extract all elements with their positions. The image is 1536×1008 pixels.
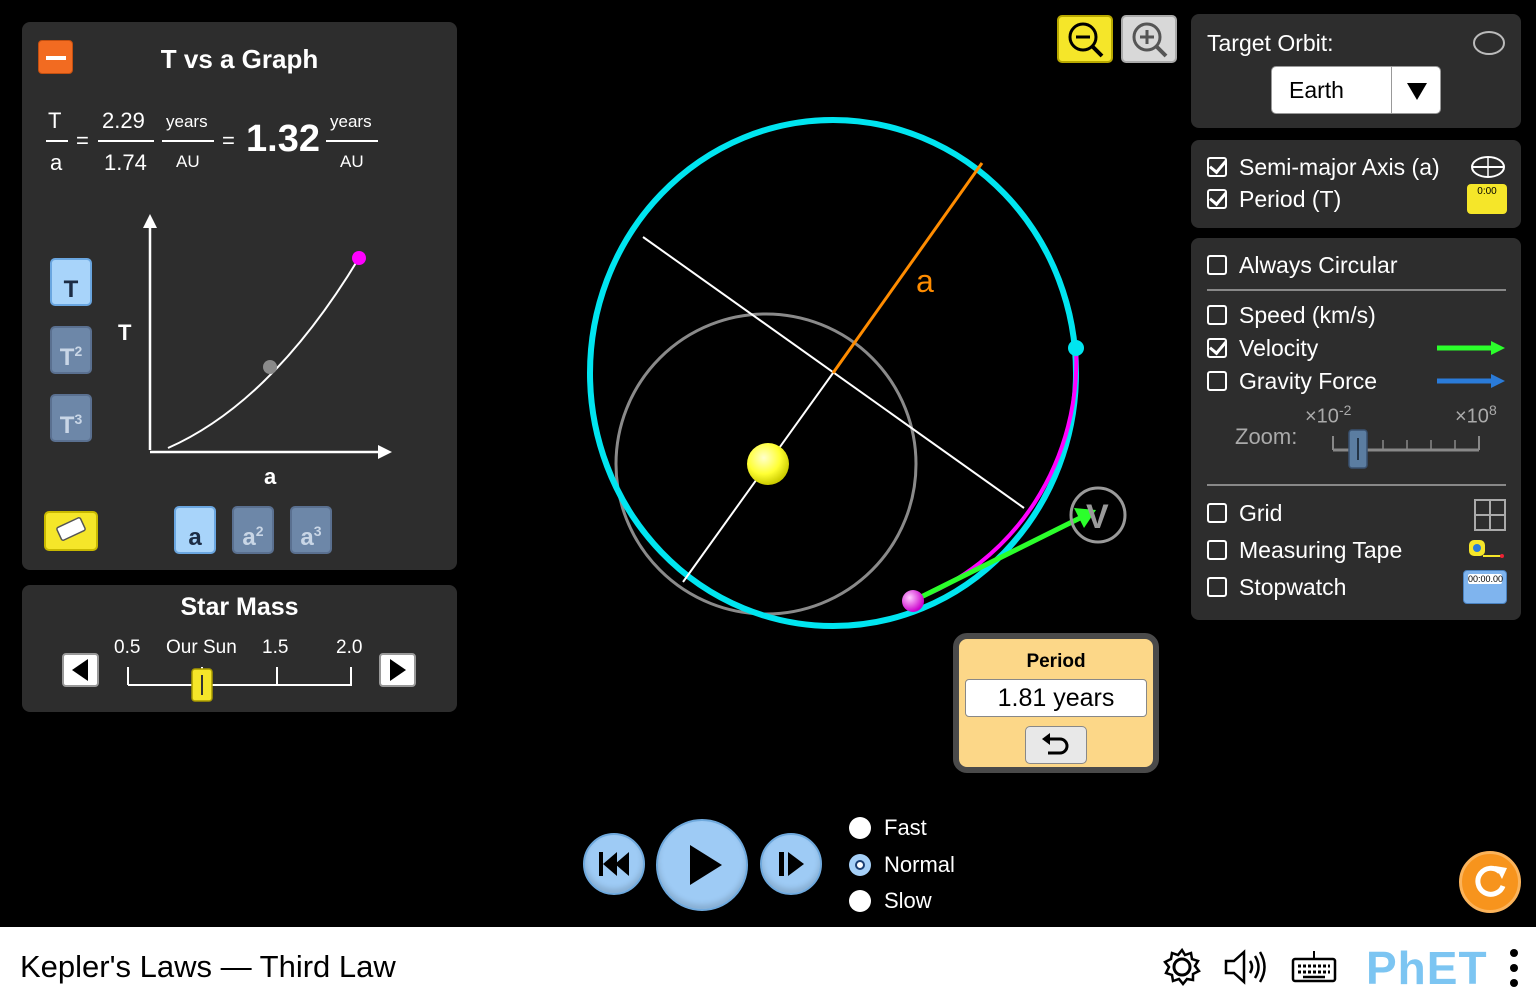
- reset-all-button[interactable]: [1459, 851, 1521, 913]
- zoom-out-icon: [1068, 22, 1104, 58]
- step-backward-button[interactable]: [583, 833, 645, 895]
- speed-fast-radio[interactable]: Fast: [849, 814, 927, 842]
- step-forward-icon: [779, 852, 804, 876]
- semi-major-axis-line: [831, 162, 984, 374]
- zoom-min-exp: -2: [1338, 402, 1352, 418]
- timer-icon: 0:00: [1467, 184, 1507, 214]
- zoom-in-button[interactable]: [1121, 15, 1177, 63]
- checkbox-icon[interactable]: [1207, 255, 1227, 275]
- stopwatch-icon-text: 00:00.00: [1468, 574, 1504, 584]
- target-orbit-panel: Target Orbit: Earth: [1191, 14, 1521, 128]
- checkbox-icon[interactable]: [1207, 305, 1227, 325]
- zoom-min-text: ×10: [1305, 405, 1339, 428]
- axis-ellipse-icon: [1471, 156, 1505, 178]
- measuring-tape-icon: [1469, 540, 1504, 558]
- checkbox-icon[interactable]: [1207, 189, 1227, 209]
- navigation-bar: Kepler's Laws — Third Law PhET: [0, 927, 1536, 1008]
- target-orbit-label: Target Orbit:: [1207, 30, 1334, 56]
- speed-checkbox[interactable]: Speed (km/s): [1207, 300, 1376, 330]
- zoom-in-icon: [1132, 22, 1168, 58]
- settings-gear-icon[interactable]: [1162, 947, 1202, 987]
- gravity-force-label: Gravity Force: [1239, 367, 1378, 394]
- speed-label: Speed (km/s): [1239, 301, 1376, 328]
- checkbox-icon[interactable]: [1207, 371, 1227, 391]
- checkbox-icon[interactable]: [1207, 503, 1227, 523]
- grid-label: Grid: [1239, 499, 1283, 526]
- period-readout: Period 1.81 years: [953, 633, 1159, 773]
- period-value: 1.81 years: [965, 679, 1147, 717]
- zoom-max-label: ×108: [1455, 402, 1497, 429]
- always-circular-checkbox[interactable]: Always Circular: [1207, 250, 1397, 280]
- gravity-arrow-icon: [1437, 374, 1505, 388]
- sound-icon[interactable]: [1222, 947, 1270, 987]
- grid-icon: [1474, 499, 1506, 531]
- semi-major-label: a: [916, 263, 934, 299]
- checkbox-icon[interactable]: [1207, 577, 1227, 597]
- chevron-down-icon[interactable]: [1390, 67, 1440, 113]
- orbit-marker: [1068, 340, 1084, 356]
- velocity-label: V: [1086, 498, 1109, 536]
- target-orbit-dropdown[interactable]: Earth: [1271, 66, 1441, 114]
- speed-slow-radio[interactable]: Slow: [849, 887, 932, 915]
- zoom-min-label: ×10-2: [1305, 402, 1351, 429]
- period-reset-button[interactable]: [1025, 726, 1087, 764]
- period-checkbox[interactable]: Period (T): [1207, 184, 1341, 214]
- always-circular-label: Always Circular: [1239, 251, 1398, 278]
- grid-checkbox[interactable]: Grid: [1207, 498, 1282, 528]
- divider: [1207, 289, 1506, 291]
- checkbox-icon[interactable]: [1207, 540, 1227, 560]
- reset-icon: [1475, 865, 1507, 897]
- keyboard-icon[interactable]: [1290, 947, 1338, 987]
- period-label: Period (T): [1239, 185, 1342, 212]
- target-orbit-value: Earth: [1289, 77, 1344, 103]
- orbit-ellipse-icon: [1473, 31, 1505, 55]
- visibility-panel: Semi-major Axis (a) Period (T) 0:00: [1191, 140, 1521, 228]
- stopwatch-label: Stopwatch: [1239, 573, 1347, 600]
- radio-icon[interactable]: [849, 890, 871, 912]
- phet-logo[interactable]: PhET: [1366, 941, 1488, 995]
- velocity-label: Velocity: [1239, 334, 1319, 361]
- zoom-slider[interactable]: [1327, 426, 1487, 470]
- measuring-tape-label: Measuring Tape: [1239, 536, 1403, 563]
- checkbox-icon[interactable]: [1207, 157, 1227, 177]
- speed-normal-radio[interactable]: Normal: [849, 851, 955, 879]
- period-title: Period: [1026, 651, 1086, 672]
- zoom-max-exp: 8: [1488, 402, 1497, 418]
- sim-title: Kepler's Laws — Third Law: [20, 949, 396, 984]
- sun: [747, 443, 789, 485]
- stopwatch-checkbox[interactable]: Stopwatch: [1207, 572, 1346, 602]
- gravity-force-checkbox[interactable]: Gravity Force: [1207, 366, 1377, 396]
- speed-normal-label: Normal: [884, 852, 955, 877]
- step-forward-button[interactable]: [760, 833, 822, 895]
- velocity-arrow-icon: [1437, 341, 1505, 355]
- planet[interactable]: [902, 590, 924, 612]
- timer-icon-text: 0:00: [1477, 186, 1497, 197]
- velocity-checkbox[interactable]: Velocity: [1207, 333, 1318, 363]
- semi-major-axis-label: Semi-major Axis (a): [1239, 153, 1440, 180]
- velocity-vector[interactable]: [911, 514, 1084, 604]
- zoom-label: Zoom:: [1235, 424, 1298, 449]
- speed-slow-label: Slow: [884, 888, 932, 913]
- stopwatch-icon: 00:00.00: [1463, 570, 1507, 604]
- undo-icon: [1042, 733, 1069, 755]
- play-icon: [690, 845, 722, 885]
- rewind-icon: [599, 852, 629, 876]
- menu-kebab-icon[interactable]: [1506, 945, 1522, 991]
- zoom-max-text: ×10: [1455, 405, 1489, 428]
- zoom-out-button[interactable]: [1057, 15, 1113, 63]
- play-button[interactable]: [656, 819, 748, 911]
- options-panel: Always Circular Speed (km/s) Velocity Gr…: [1191, 238, 1521, 620]
- checkbox-icon[interactable]: [1207, 338, 1227, 358]
- radio-icon[interactable]: [849, 854, 871, 876]
- semi-major-axis-checkbox[interactable]: Semi-major Axis (a): [1207, 152, 1440, 182]
- speed-fast-label: Fast: [884, 815, 927, 840]
- radio-icon[interactable]: [849, 817, 871, 839]
- divider: [1207, 484, 1506, 486]
- measuring-tape-checkbox[interactable]: Measuring Tape: [1207, 535, 1402, 565]
